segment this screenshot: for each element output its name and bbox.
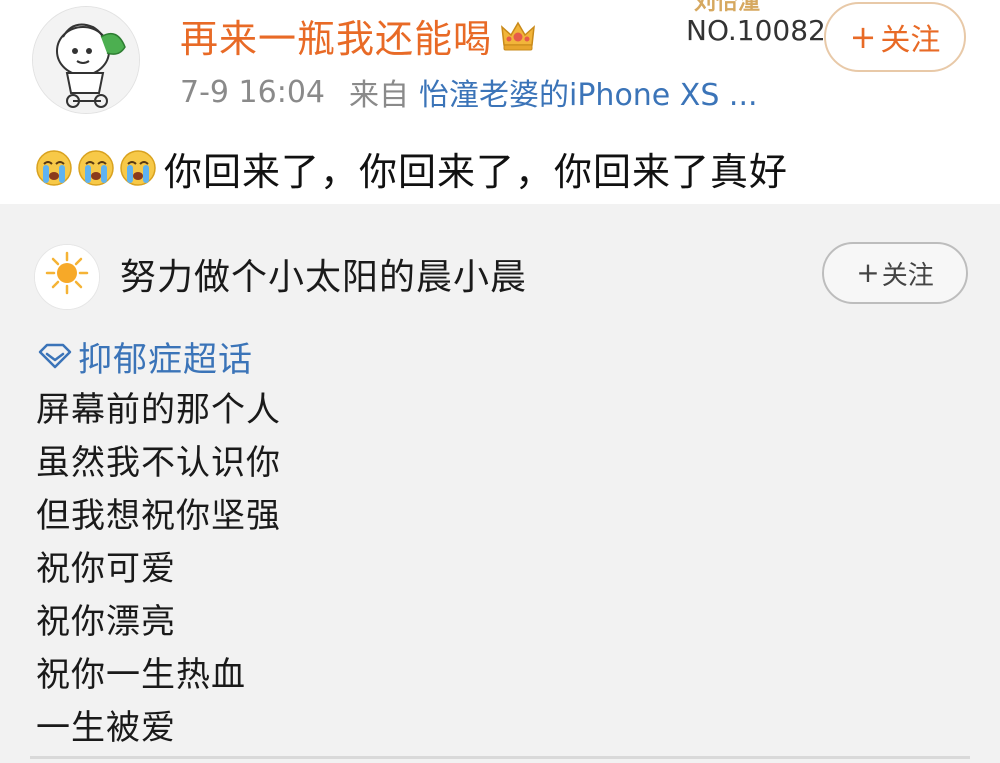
post-text: 你回来了，你回来了，你回来了真好 (164, 149, 789, 194)
plus-icon: + (856, 256, 880, 289)
crying-emoji-icon (36, 150, 72, 186)
crown-icon (501, 21, 535, 51)
card-follow-button-label: 关注 (881, 260, 934, 291)
text-line: 屏幕前的那个人 (36, 390, 281, 430)
crying-emoji-icon (78, 150, 114, 186)
source-device-link[interactable]: 怡潼老婆的iPhone XS ... (419, 70, 758, 114)
post-meta: 7-9 16:04 来自 怡潼老婆的iPhone XS ... (180, 70, 758, 114)
post-time: 7-9 16:04 (180, 74, 325, 110)
username-row: 再来一瓶我还能喝 (180, 8, 538, 63)
card-follow-button[interactable]: + 关注 (822, 242, 968, 304)
diamond-icon (38, 343, 72, 369)
username[interactable]: 再来一瓶我还能喝 (180, 8, 492, 63)
text-line: 虽然我不认识你 (36, 443, 281, 483)
repost-card[interactable]: 努力做个小太阳的晨小晨 + 关注 抑郁症超话 屏幕前的那个人 虽然我不认识你 但… (0, 204, 1000, 763)
text-line: 但我想祝你坚强 (36, 496, 281, 536)
text-line: 一生被爱 (36, 708, 176, 748)
weibo-post-page: 再来一瓶我还能喝 刘怡潼 NO.100828 + 关注 7-9 16:04 来自… (0, 0, 1000, 763)
plus-icon: + (849, 18, 877, 56)
supertopic-link[interactable]: 抑郁症超话 (36, 332, 253, 380)
cartoon-avatar-icon (33, 7, 139, 113)
source-prefix: 来自 (349, 78, 409, 113)
post-content: 你回来了，你回来了，你回来了真好 (34, 138, 788, 198)
sun-icon (35, 245, 99, 309)
divider (30, 756, 970, 759)
text-line: 祝你一生热血 (36, 655, 246, 695)
crying-emoji-icon (120, 150, 156, 186)
card-text: 屏幕前的那个人 虽然我不认识你 但我想祝你坚强 祝你可爱 祝你漂亮 祝你一生热血… (36, 384, 281, 755)
supertopic-label: 抑郁症超话 (78, 339, 253, 380)
follow-button[interactable]: + 关注 (824, 2, 966, 72)
follow-button-label: 关注 (880, 23, 941, 58)
card-user-avatar[interactable] (34, 244, 100, 310)
fan-badge-number: NO.100828 (686, 14, 844, 47)
user-avatar[interactable] (32, 6, 140, 114)
card-username[interactable]: 努力做个小太阳的晨小晨 (120, 248, 527, 300)
fan-badge: 刘怡潼 NO.100828 (682, 0, 844, 58)
text-line: 祝你漂亮 (36, 602, 176, 642)
text-line: 祝你可爱 (36, 549, 176, 589)
